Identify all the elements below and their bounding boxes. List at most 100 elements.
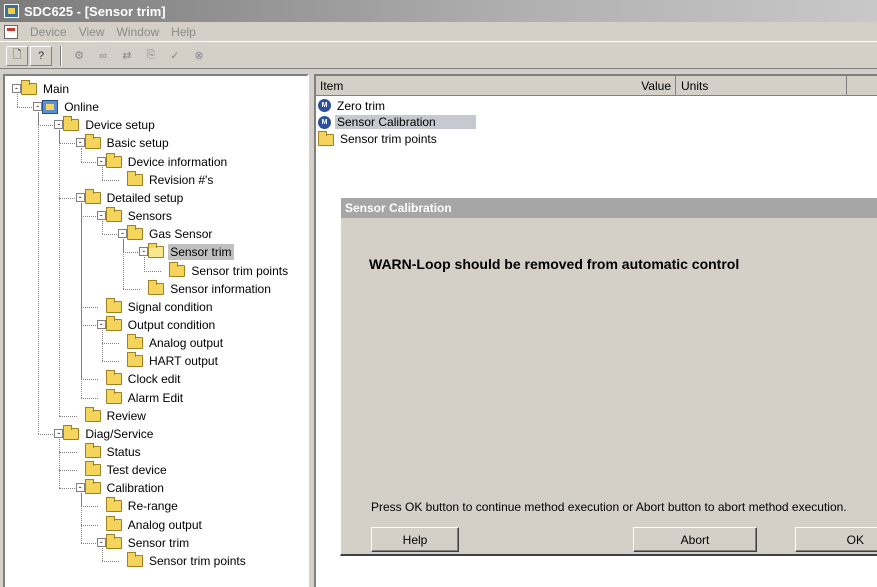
tree-connector	[80, 524, 98, 526]
folder-icon	[169, 261, 186, 277]
abort-button[interactable]: Abort	[633, 527, 757, 552]
collapse-toggle-icon[interactable]: -	[54, 120, 64, 130]
list-item[interactable]: M Sensor Calibration	[318, 114, 476, 131]
tree-node[interactable]: Alarm Edit	[105, 388, 185, 407]
folder-icon	[148, 279, 165, 295]
tree-connector	[101, 234, 119, 236]
tree-node[interactable]: Device setup	[63, 116, 156, 134]
ok-button[interactable]: OK	[795, 527, 877, 552]
binoculars-icon[interactable]: ∞	[92, 46, 114, 66]
collapse-toggle-icon[interactable]: -	[75, 192, 85, 202]
tree-node[interactable]: Gas Sensor	[127, 225, 214, 243]
tree-node[interactable]: Analog output	[127, 334, 225, 352]
tree-node-label: Detailed setup	[106, 190, 184, 205]
tree-node-label: Signal condition	[127, 299, 213, 314]
tree-connector	[101, 179, 119, 181]
tree-connector	[123, 239, 124, 289]
tree-node-label: Test device	[106, 463, 167, 478]
tree-node[interactable]: Output condition	[105, 315, 217, 334]
tree-node-label: Device information	[127, 154, 228, 169]
tree-node-label: Alarm Edit	[127, 390, 184, 405]
collapse-toggle-icon[interactable]: -	[96, 156, 106, 166]
tree-node[interactable]: Online	[42, 98, 101, 116]
column-header-units[interactable]: Units	[677, 76, 847, 96]
tree-node[interactable]: Clock edit	[105, 370, 183, 388]
tree-node-label: Re-range	[127, 499, 178, 514]
dialog-title: Sensor Calibration	[341, 198, 877, 218]
menu-view[interactable]: View	[73, 25, 111, 39]
tree-node-label: Main	[43, 82, 70, 96]
collapse-toggle-icon[interactable]: -	[96, 319, 106, 329]
collapse-toggle-icon[interactable]: -	[12, 84, 21, 93]
collapse-toggle-icon[interactable]: -	[75, 483, 85, 493]
tree-connector	[101, 560, 119, 562]
menu-window[interactable]: Window	[110, 25, 165, 39]
collapse-toggle-icon[interactable]: -	[139, 247, 149, 257]
collapse-toggle-icon[interactable]: -	[33, 102, 43, 112]
folder-icon	[63, 116, 80, 132]
tree-node[interactable]: Analog output	[105, 515, 204, 534]
collapse-toggle-icon[interactable]: -	[96, 211, 106, 221]
tree-connector	[101, 343, 119, 345]
help-cursor-icon[interactable]: ?	[30, 45, 52, 66]
tree-node[interactable]: Revision #'s	[127, 170, 215, 189]
folder-icon	[105, 370, 122, 386]
tree-node[interactable]: Re-range	[105, 497, 180, 515]
document-icon[interactable]	[4, 24, 18, 39]
folder-icon	[84, 188, 101, 204]
tree-node[interactable]: Main	[21, 80, 71, 98]
transfer-icon[interactable]: ⇄	[116, 46, 138, 66]
folder-icon	[127, 551, 143, 567]
tree-node-label: Sensor trim points	[191, 263, 289, 278]
device-tree[interactable]: Main - Online - Device setup - Basic setup - Dev…	[3, 74, 309, 587]
tree-node[interactable]: Status	[84, 443, 143, 461]
tree-node-label: Output condition	[127, 317, 216, 332]
column-header-value[interactable]: Value	[596, 76, 676, 96]
tree-node[interactable]: Sensor trim points	[169, 261, 290, 280]
settings-icon[interactable]: ⚙	[68, 46, 90, 66]
tree-node[interactable]: Sensor trim	[148, 243, 234, 261]
tree-connector	[80, 397, 98, 399]
collapse-toggle-icon[interactable]: -	[54, 428, 64, 438]
folder-icon	[84, 443, 101, 458]
menu-help[interactable]: Help	[165, 25, 202, 39]
tree-node-label: Review	[106, 408, 146, 423]
tree-connector	[59, 488, 77, 490]
tree-connector	[80, 379, 98, 381]
menu-device[interactable]: Device	[24, 25, 73, 39]
tree-node[interactable]: Sensor trim	[105, 533, 191, 552]
list-item[interactable]: M Zero trim	[318, 97, 387, 114]
tree-node[interactable]: HART output	[127, 352, 220, 370]
collapse-toggle-icon[interactable]: -	[75, 138, 85, 148]
new-icon[interactable]: 🗋	[6, 45, 28, 66]
tree-node[interactable]: Signal condition	[105, 297, 215, 316]
list-item[interactable]: Sensor trim points	[318, 130, 439, 147]
tree-connector	[101, 547, 103, 561]
tree-node[interactable]: Test device	[84, 461, 169, 479]
tree-node[interactable]: Sensor trim points	[127, 551, 248, 570]
tree-connector	[80, 493, 82, 543]
tree-node-label: Sensor information	[170, 281, 271, 296]
tree-node-label: Device setup	[85, 118, 155, 133]
tree-node[interactable]: Detailed setup	[84, 188, 186, 207]
tree-node-label: Calibration	[106, 481, 164, 496]
tree-node[interactable]: Sensor information	[148, 279, 273, 298]
close-device-icon[interactable]: ⊗	[188, 46, 210, 66]
folder-icon	[127, 170, 143, 186]
method-icon: M	[318, 99, 331, 112]
folder-icon	[84, 134, 101, 150]
collapse-toggle-icon[interactable]: -	[96, 537, 106, 547]
check-icon[interactable]: ✓	[164, 46, 186, 66]
tree-node[interactable]: Calibration	[84, 479, 166, 497]
tree-node[interactable]: Basic setup	[84, 134, 171, 152]
tree-connector	[101, 221, 103, 235]
collapse-toggle-icon[interactable]: -	[118, 229, 127, 239]
tree-node[interactable]: Diag/Service	[63, 424, 155, 443]
tree-node[interactable]: Review	[84, 406, 148, 425]
help-button[interactable]: Help	[371, 527, 459, 552]
tree-node-label: Clock edit	[127, 372, 181, 387]
tree-node[interactable]: Sensors	[105, 207, 174, 225]
export-icon[interactable]: ⎘	[140, 46, 162, 66]
tree-node[interactable]: Device information	[105, 152, 229, 171]
list-item-label: Sensor Calibration	[335, 115, 476, 129]
